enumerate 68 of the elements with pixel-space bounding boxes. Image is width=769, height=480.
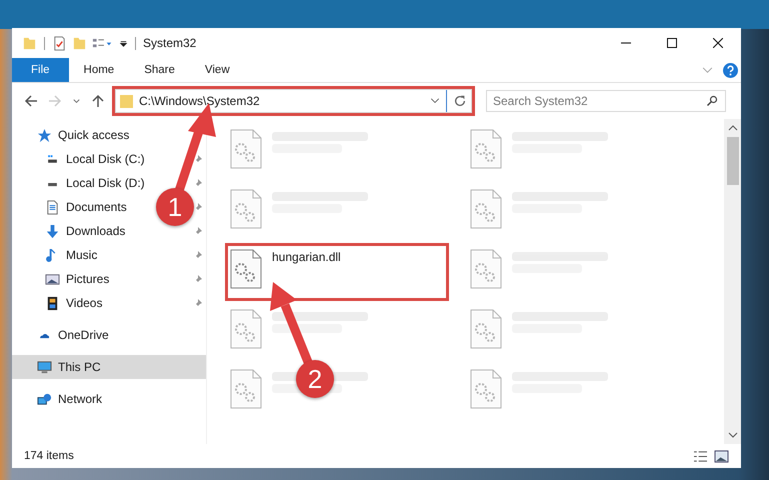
details-view-icon[interactable] [693,450,708,462]
file-gears-icon[interactable] [470,308,502,350]
pin-icon[interactable] [194,179,202,187]
folder-icon [120,94,133,108]
network-icon [37,392,52,406]
up-arrow-icon[interactable] [91,94,105,108]
star-icon [37,128,52,142]
expand-ribbon-chevron-icon[interactable] [702,66,713,74]
pin-icon[interactable] [194,155,202,163]
navigation-item[interactable]: Documents [12,195,133,219]
navigation-item[interactable]: Local Disk (C:) [12,147,151,171]
picture-icon [45,272,60,286]
file-gears-icon[interactable] [230,188,262,230]
navigation-item[interactable]: Network [12,387,108,411]
file-gears-icon[interactable] [230,248,262,290]
blurred-text-bar [272,324,342,333]
pin-icon[interactable] [194,251,202,259]
forward-arrow-icon[interactable] [48,94,62,108]
pin-icon[interactable] [194,275,202,283]
recent-locations-caret-icon[interactable] [72,96,81,106]
address-bar[interactable]: C:\Windows\System32 [115,89,472,113]
vertical-scrollbar[interactable] [724,119,741,444]
ribbon-tab[interactable]: View [190,58,245,82]
navigation-item[interactable]: Local Disk (D:) [12,171,151,195]
pin-icon[interactable] [194,227,202,235]
file-item[interactable]: hungarian.dll [227,245,447,299]
dropdown-caret-icon[interactable] [430,98,440,104]
navigation-item[interactable]: OneDrive [12,323,115,347]
window-title: System32 [143,36,196,50]
properties-check-icon[interactable] [52,36,67,50]
file-gears-icon[interactable] [470,248,502,290]
file-name: hungarian.dll [272,250,341,264]
document-icon [45,200,60,214]
close-icon [713,38,723,48]
file-gears-icon[interactable] [470,368,502,410]
ribbon-tab[interactable]: Home [68,58,130,82]
maximize-icon [667,38,677,48]
file-gears-icon[interactable] [470,128,502,170]
pin-icon[interactable] [194,299,202,307]
file-gears-icon[interactable] [230,368,262,410]
navigation-item[interactable]: Videos [12,291,108,315]
search-field[interactable]: Search System32 [486,90,726,112]
ribbon-tab[interactable]: Share [129,58,190,82]
item-count: 174 items [24,450,74,462]
help-icon[interactable] [723,62,738,78]
download-arrow-icon [45,224,60,238]
navigation-item[interactable]: Pictures [12,267,116,291]
new-folder-icon[interactable] [72,36,87,50]
film-icon [45,296,60,310]
navigation-item[interactable]: This PC [12,355,206,379]
dropdown-caret-icon[interactable] [119,38,128,48]
navigation-item[interactable]: Quick access [12,123,136,147]
scrollbar-thumb[interactable] [726,137,738,185]
computer-icon [37,360,52,374]
large-icons-view-icon[interactable] [714,450,729,462]
folder-icon [22,36,37,50]
back-arrow-icon[interactable] [24,94,38,108]
file-gears-icon[interactable] [230,308,262,350]
ribbon-tab[interactable]: File [12,58,69,82]
address-path: C:\Windows\System32 [139,94,261,108]
pin-icon[interactable] [194,203,202,211]
file-gears-icon[interactable] [230,128,262,170]
file-gears-icon[interactable] [470,188,502,230]
navigation-item[interactable]: Downloads [12,219,132,243]
search-icon[interactable] [706,95,718,107]
drive-icon [45,154,60,164]
navigation-item[interactable]: Music [12,243,104,267]
refresh-icon[interactable] [453,94,467,108]
